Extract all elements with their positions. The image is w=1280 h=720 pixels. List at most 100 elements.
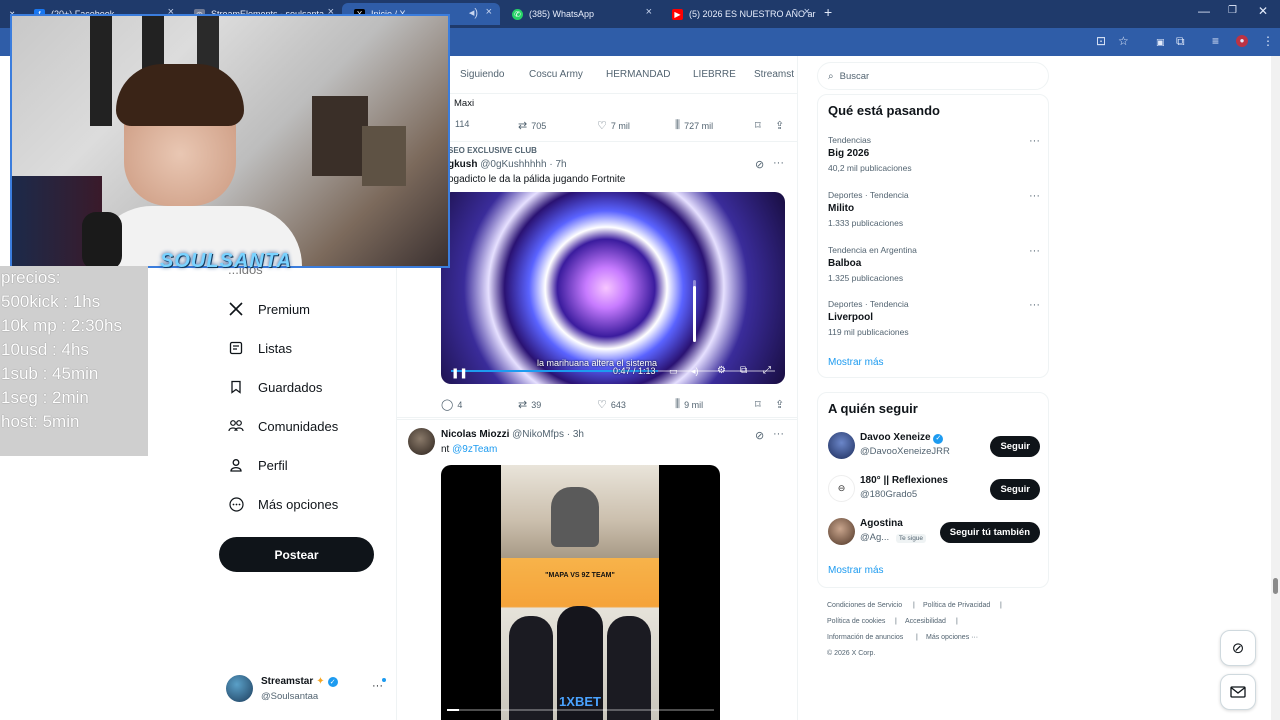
trend-item[interactable]: Tendencia en Argentina Balboa 1.325 publ…: [828, 245, 1040, 291]
trend-more-icon[interactable]: ···: [1029, 135, 1040, 147]
tab-hermandad[interactable]: HERMANDAD: [606, 69, 670, 80]
nav-item-premium[interactable]: Premium: [228, 301, 310, 317]
tab-whatsapp[interactable]: ✆ (385) WhatsApp ×: [500, 3, 660, 25]
video-progress-track[interactable]: [447, 709, 714, 711]
share-button[interactable]: ⇪: [775, 119, 788, 132]
nav-item-communities[interactable]: Comunidades: [228, 418, 338, 434]
account-switcher[interactable]: Streamstar ✦ ✓ @Soulsantaa ···: [226, 672, 396, 706]
trend-item[interactable]: Tendencias Big 2026 40,2 mil publicacion…: [828, 135, 1040, 181]
scrollbar[interactable]: [1271, 56, 1280, 720]
footer-link-accessibility[interactable]: Accesibilidad: [905, 618, 946, 625]
trend-more-icon[interactable]: ···: [1029, 299, 1040, 311]
follows-you-badge: Te sigue: [895, 534, 927, 543]
search-input[interactable]: ⌕ Buscar: [817, 62, 1049, 90]
tweet[interactable]: Nicolas Miozzi @NikoMfps · 3h ⊘ ··· nt @…: [397, 420, 797, 720]
follow-suggestion[interactable]: Davoo Xeneize ✓ @DavooXeneizeJRR Seguir: [828, 430, 1040, 464]
retweet-button[interactable]: ⇄ 39: [518, 398, 541, 411]
tab-siguiendo[interactable]: Siguiendo: [460, 69, 504, 80]
views-button[interactable]: ⫼ 9 mil: [675, 398, 703, 411]
tweet-text-prefix: nt: [441, 444, 450, 455]
like-count: 643: [610, 399, 626, 410]
reply-icon: ◯: [441, 399, 454, 411]
close-icon[interactable]: ×: [804, 6, 810, 18]
avatar[interactable]: [408, 428, 435, 455]
nav-item-profile[interactable]: Perfil: [228, 457, 288, 473]
tweet-video[interactable]: "MAPA VS 9Z TEAM" 1XBET: [441, 465, 720, 720]
scrollbar-thumb[interactable]: [1273, 578, 1278, 594]
account-menu-icon[interactable]: ···: [372, 680, 383, 692]
extension-badge-icon[interactable]: ▣: [1156, 37, 1165, 48]
trend-more-icon[interactable]: ···: [1029, 190, 1040, 202]
profile-avatar-icon[interactable]: ●: [1236, 35, 1248, 47]
grok-icon[interactable]: ⊘: [755, 429, 764, 442]
trend-item[interactable]: Deportes · Tendencia Milito 1.333 public…: [828, 190, 1040, 236]
like-button[interactable]: ♡ 643: [597, 398, 626, 411]
minimize-icon[interactable]: —: [1198, 4, 1210, 18]
follow-suggestion[interactable]: Agostina @Ag... Te sigue Seguir tú tambi…: [828, 516, 1040, 550]
tab-coscu-army[interactable]: Coscu Army: [529, 69, 583, 80]
grok-button[interactable]: ⊘: [1220, 630, 1256, 666]
share-button[interactable]: ⇪: [775, 398, 788, 411]
price-list-overlay: precios: 500kick : 1hs 10k mp : 2:30hs 1…: [0, 266, 148, 456]
tweet[interactable]: SEO EXCLUSIVE CLUB gkush @0gKushhhhh · 7…: [397, 142, 797, 418]
show-more-trends-link[interactable]: Mostrar más: [828, 357, 884, 368]
tweet-more-icon[interactable]: ···: [773, 157, 784, 169]
speaker-icon[interactable]: ◂): [469, 6, 478, 19]
install-app-icon[interactable]: ⊡: [1096, 34, 1106, 48]
views-icon: ⫼: [675, 398, 681, 410]
streamer-hair: [116, 64, 244, 126]
show-more-follow-link[interactable]: Mostrar más: [828, 565, 884, 576]
footer-link-cookies[interactable]: Política de cookies: [827, 618, 885, 625]
footer-link-ads-info[interactable]: Información de anuncios: [827, 634, 903, 641]
video-progress-fill: [447, 709, 459, 711]
follow-suggestion[interactable]: ⊖ 180° || Reflexiones @180Grado5 Seguir: [828, 473, 1040, 507]
new-tab-button[interactable]: +: [824, 4, 832, 20]
reply-count: 114: [455, 119, 470, 129]
follow-back-button[interactable]: Seguir tú también: [939, 522, 1040, 543]
restore-icon[interactable]: ❐: [1228, 5, 1237, 16]
like-button[interactable]: ♡ 7 mil: [597, 119, 630, 132]
post-button[interactable]: Postear: [219, 537, 374, 572]
follow-button[interactable]: Seguir: [990, 436, 1040, 457]
retweet-icon: ⇄: [518, 399, 528, 411]
views-button[interactable]: ⫼ 727 mil: [675, 119, 713, 132]
tab-liebrre[interactable]: LIEBRRE: [693, 69, 736, 80]
price-line: 10usd : 4hs: [1, 340, 89, 359]
footer-link-privacy[interactable]: Política de Privacidad: [923, 602, 990, 609]
mention-link[interactable]: @9zTeam: [452, 444, 497, 455]
follow-button[interactable]: Seguir: [990, 479, 1040, 500]
media-icon[interactable]: ≡: [1212, 34, 1219, 48]
close-icon[interactable]: ×: [646, 6, 652, 18]
tweet[interactable]: Maxi 114 ⇄ 705 ♡ 7 mil ⫼ 727 mil ⌑ ⇪: [397, 94, 797, 142]
bookmark-button[interactable]: ⌑: [755, 398, 765, 411]
bookmark-button[interactable]: ⌑: [755, 119, 765, 132]
youtube-icon: ▶: [672, 8, 683, 20]
grok-icon[interactable]: ⊘: [755, 158, 764, 171]
nav-item-more-options[interactable]: Más opciones: [228, 496, 338, 512]
trend-context: Tendencias: [828, 135, 872, 145]
feed-tabs: Siguiendo Coscu Army HERMANDAD LIEBRRE S…: [397, 56, 797, 94]
tweet-text: ogadicto le da la pálida jugando Fortnit…: [448, 174, 626, 185]
reply-button[interactable]: 114: [455, 119, 469, 129]
nav-item-bookmarks[interactable]: Guardados: [228, 379, 322, 395]
tweet-more-icon[interactable]: ···: [773, 428, 784, 440]
star-icon[interactable]: ☆: [1118, 34, 1129, 48]
browser-menu-icon[interactable]: ⋮: [1262, 34, 1274, 48]
nav-item-lists[interactable]: Listas: [228, 340, 292, 356]
retweet-button[interactable]: ⇄ 705: [518, 119, 546, 132]
tab-streamst[interactable]: Streamst: [754, 69, 794, 80]
tweet-video[interactable]: la marihuana altera el sistema ❚❚ 0:47 /…: [441, 192, 785, 384]
reply-button[interactable]: ◯ 4: [441, 398, 462, 411]
trend-item[interactable]: Deportes · Tendencia Liverpool 119 mil p…: [828, 299, 1040, 345]
trend-name: Liverpool: [828, 312, 874, 323]
footer-link-more[interactable]: Más opciones ···: [926, 634, 978, 641]
extensions-icon[interactable]: ⧉: [1176, 34, 1185, 49]
volume-slider[interactable]: [693, 280, 696, 342]
messages-button[interactable]: [1220, 674, 1256, 710]
tab-youtube[interactable]: ▶ (5) 2026 ES NUESTRO AÑO ar ×: [660, 3, 818, 25]
close-icon[interactable]: ×: [486, 6, 492, 18]
microphone: [82, 212, 122, 266]
footer-link-terms[interactable]: Condiciones de Servicio: [827, 602, 902, 609]
trend-more-icon[interactable]: ···: [1029, 245, 1040, 257]
window-close-icon[interactable]: ✕: [1258, 4, 1268, 18]
